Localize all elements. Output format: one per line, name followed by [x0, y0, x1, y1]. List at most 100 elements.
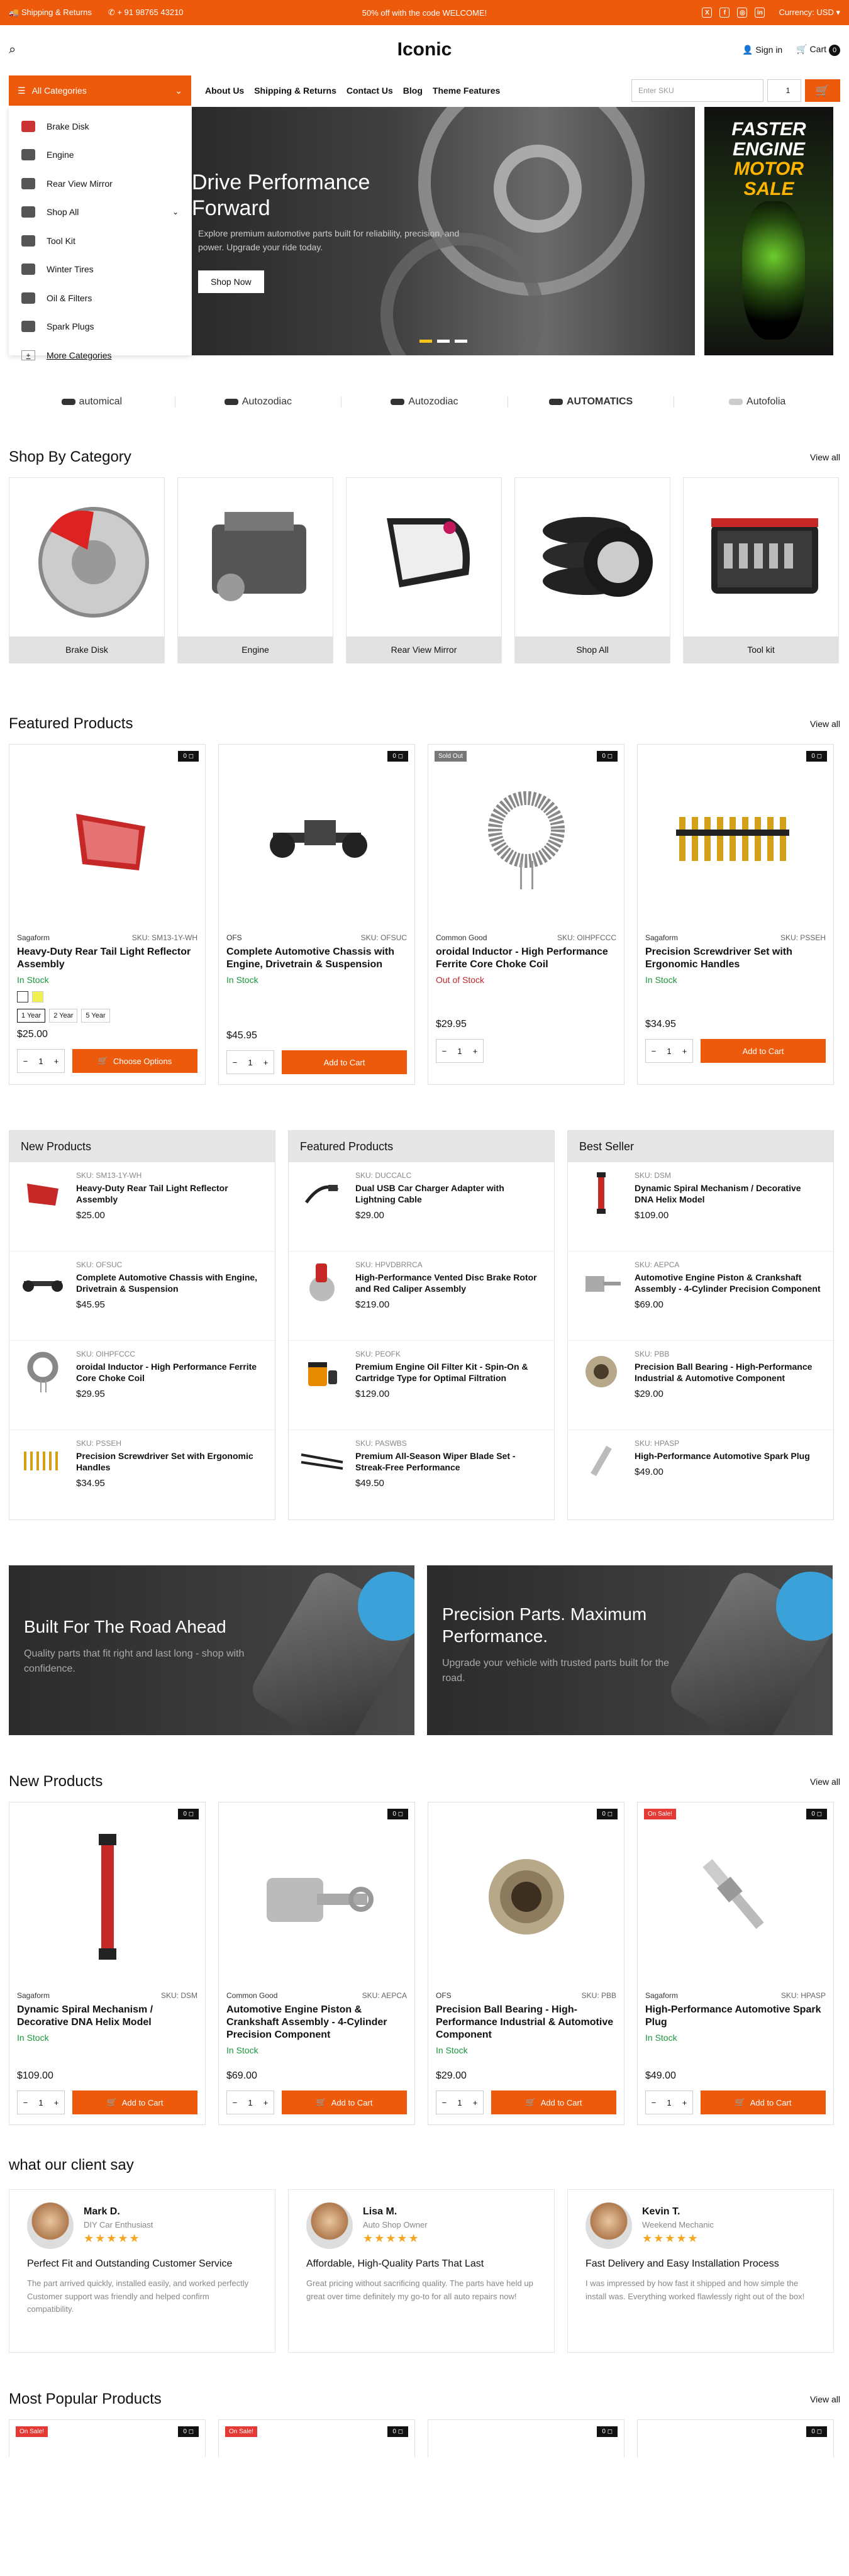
- minus-icon[interactable]: −: [652, 1046, 657, 1056]
- minus-icon[interactable]: −: [442, 1046, 447, 1056]
- product-card[interactable]: Sold Out 0 ◻ Common Good SKU: OIHPFCCC or…: [428, 744, 624, 1085]
- compare-badge[interactable]: 0 ◻: [178, 1809, 199, 1819]
- sidebar-item-spark-plugs[interactable]: Spark Plugs: [9, 313, 191, 341]
- product-card[interactable]: On Sale! 0 ◻: [218, 2419, 415, 2457]
- category-card-engine[interactable]: Engine: [177, 477, 333, 663]
- facebook-icon[interactable]: f: [719, 8, 730, 18]
- list-item-name[interactable]: Precision Ball Bearing - High-Performanc…: [635, 1361, 822, 1384]
- list-item-name[interactable]: Heavy-Duty Rear Tail Light Reflector Ass…: [76, 1182, 264, 1205]
- sidebar-item-brake-disk[interactable]: Brake Disk: [9, 112, 191, 141]
- compare-badge[interactable]: 0 ◻: [806, 2426, 827, 2437]
- add-to-cart-button[interactable]: 🛒 Add to Cart: [282, 2090, 407, 2114]
- instagram-icon[interactable]: ◎: [737, 8, 748, 18]
- product-card[interactable]: 0 ◻ Common Good SKU: AEPCA Automotive Eng…: [218, 1802, 415, 2125]
- product-name[interactable]: Dynamic Spiral Mechanism / Decorative DN…: [9, 2000, 205, 2029]
- category-card-rear-view-mirror[interactable]: Rear View Mirror: [346, 477, 502, 663]
- nav-about[interactable]: About Us: [205, 86, 244, 96]
- list-item[interactable]: SKU: HPASP High-Performance Automotive Sp…: [568, 1430, 833, 1519]
- variant-option[interactable]: 5 Year: [81, 1009, 110, 1023]
- plus-icon[interactable]: +: [54, 1057, 59, 1066]
- sidebar-item-oil-filters[interactable]: Oil & Filters: [9, 284, 191, 313]
- list-item[interactable]: SKU: PSSEH Precision Screwdriver Set with…: [9, 1430, 275, 1519]
- minus-icon[interactable]: −: [233, 2098, 238, 2107]
- compare-badge[interactable]: 0 ◻: [806, 1809, 827, 1819]
- product-name[interactable]: Heavy-Duty Rear Tail Light Reflector Ass…: [9, 942, 205, 971]
- currency-selector[interactable]: Currency: USD ▾: [779, 8, 840, 18]
- brand-logo[interactable]: Autofolia: [674, 396, 840, 408]
- quantity-stepper[interactable]: −1 +: [17, 1049, 65, 1073]
- compare-badge[interactable]: 0 ◻: [387, 1809, 408, 1819]
- list-item-name[interactable]: Dynamic Spiral Mechanism / Decorative DN…: [635, 1182, 822, 1205]
- plus-icon[interactable]: +: [264, 2098, 269, 2107]
- list-item[interactable]: SKU: PBB Precision Ball Bearing - High-Pe…: [568, 1341, 833, 1430]
- promo-banner-road[interactable]: Built For The Road Ahead Quality parts t…: [9, 1565, 414, 1735]
- product-name[interactable]: Complete Automotive Chassis with Engine,…: [219, 942, 414, 971]
- view-all-link[interactable]: View all: [810, 1777, 840, 1787]
- nav-shipping[interactable]: Shipping & Returns: [254, 86, 336, 96]
- plus-icon[interactable]: +: [682, 1046, 687, 1056]
- product-name[interactable]: oroidal Inductor - High Performance Ferr…: [428, 942, 624, 971]
- phone-link[interactable]: ✆ + 91 98765 43210: [108, 8, 184, 18]
- variant-option[interactable]: 2 Year: [49, 1009, 78, 1023]
- sku-input[interactable]: Enter SKU: [631, 79, 763, 102]
- category-card-shop-all[interactable]: Shop All: [514, 477, 670, 663]
- product-name[interactable]: Precision Screwdriver Set with Ergonomic…: [638, 942, 833, 971]
- add-to-cart-button[interactable]: 🛒 Add to Cart: [701, 2090, 826, 2114]
- quantity-stepper[interactable]: −1 +: [436, 1039, 484, 1063]
- minus-icon[interactable]: −: [23, 2098, 28, 2107]
- product-card[interactable]: 0 ◻ Sagaform SKU: SM13-1Y-WH Heavy-Duty R…: [9, 744, 206, 1085]
- product-name[interactable]: High-Performance Automotive Spark Plug: [638, 2000, 833, 2029]
- quantity-stepper[interactable]: −1 +: [645, 1039, 693, 1063]
- sku-add-button[interactable]: 🛒: [805, 79, 840, 102]
- shop-now-button[interactable]: Shop Now: [198, 270, 264, 293]
- list-item-name[interactable]: High-Performance Vented Disc Brake Rotor…: [355, 1272, 543, 1294]
- promo-banner[interactable]: FASTER ENGINE MOTOR SALE: [704, 107, 833, 355]
- plus-icon[interactable]: +: [473, 2098, 478, 2107]
- site-logo[interactable]: Iconic: [0, 39, 849, 60]
- product-card[interactable]: On Sale! 0 ◻ Sagaform SKU: HPASP High-Perf…: [637, 1802, 834, 2125]
- plus-icon[interactable]: +: [682, 2098, 687, 2107]
- list-item[interactable]: SKU: OIHPFCCC oroidal Inductor - High Per…: [9, 1341, 275, 1430]
- compare-badge[interactable]: 0 ◻: [597, 2426, 618, 2437]
- add-to-cart-button[interactable]: 🛒 Add to Cart: [491, 2090, 616, 2114]
- list-item-name[interactable]: Dual USB Car Charger Adapter with Lightn…: [355, 1182, 543, 1205]
- slider-dot[interactable]: [455, 340, 467, 343]
- sidebar-item-winter-tires[interactable]: Winter Tires: [9, 255, 191, 284]
- product-card[interactable]: 0 ◻ Sagaform SKU: DSM Dynamic Spiral Mech…: [9, 1802, 206, 2125]
- list-item[interactable]: SKU: SM13-1Y-WH Heavy-Duty Rear Tail Ligh…: [9, 1162, 275, 1252]
- x-icon[interactable]: X: [702, 8, 713, 18]
- quantity-stepper[interactable]: −1 +: [436, 2090, 484, 2114]
- list-item-name[interactable]: Automotive Engine Piston & Crankshaft As…: [635, 1272, 822, 1294]
- compare-badge[interactable]: 0 ◻: [178, 2426, 199, 2437]
- color-swatch[interactable]: [32, 991, 43, 1002]
- quantity-stepper[interactable]: −1 +: [17, 2090, 65, 2114]
- product-card[interactable]: On Sale! 0 ◻: [9, 2419, 206, 2457]
- compare-badge[interactable]: 0 ◻: [178, 751, 199, 762]
- compare-badge[interactable]: 0 ◻: [387, 2426, 408, 2437]
- quantity-stepper[interactable]: −1 +: [645, 2090, 693, 2114]
- category-card-tool-kit[interactable]: Tool kit: [683, 477, 839, 663]
- minus-icon[interactable]: −: [442, 2098, 447, 2107]
- product-card[interactable]: 0 ◻: [637, 2419, 834, 2457]
- product-card[interactable]: 0 ◻: [428, 2419, 624, 2457]
- add-to-cart-button[interactable]: Add to Cart: [701, 1039, 826, 1063]
- add-to-cart-button[interactable]: 🛒 Add to Cart: [72, 2090, 197, 2114]
- product-card[interactable]: 0 ◻ OFS SKU: PBB Precision Ball Bearing -…: [428, 1802, 624, 2125]
- product-name[interactable]: Precision Ball Bearing - High-Performanc…: [428, 2000, 624, 2041]
- compare-badge[interactable]: 0 ◻: [597, 1809, 618, 1819]
- sidebar-item-shop-all[interactable]: Shop All ⌄: [9, 198, 191, 227]
- cart-link[interactable]: 🛒 Cart 0: [796, 44, 840, 56]
- product-card[interactable]: 0 ◻ OFS SKU: OFSUC Complete Automotive Ch…: [218, 744, 415, 1085]
- product-name[interactable]: Automotive Engine Piston & Crankshaft As…: [219, 2000, 414, 2041]
- promo-banner-precision[interactable]: Precision Parts. Maximum Performance. Up…: [427, 1565, 833, 1735]
- nav-contact[interactable]: Contact Us: [347, 86, 393, 96]
- compare-badge[interactable]: 0 ◻: [597, 751, 618, 762]
- minus-icon[interactable]: −: [233, 1058, 238, 1067]
- linkedin-icon[interactable]: in: [755, 8, 765, 18]
- choose-options-button[interactable]: 🛒 Choose Options: [72, 1049, 197, 1073]
- brand-logo[interactable]: AUTOMATICS: [508, 396, 675, 408]
- list-item-name[interactable]: Premium All-Season Wiper Blade Set - Str…: [355, 1450, 543, 1473]
- list-item-name[interactable]: High-Performance Automotive Spark Plug: [635, 1450, 810, 1462]
- list-item[interactable]: SKU: PEOFK Premium Engine Oil Filter Kit …: [289, 1341, 554, 1430]
- nav-blog[interactable]: Blog: [403, 86, 423, 96]
